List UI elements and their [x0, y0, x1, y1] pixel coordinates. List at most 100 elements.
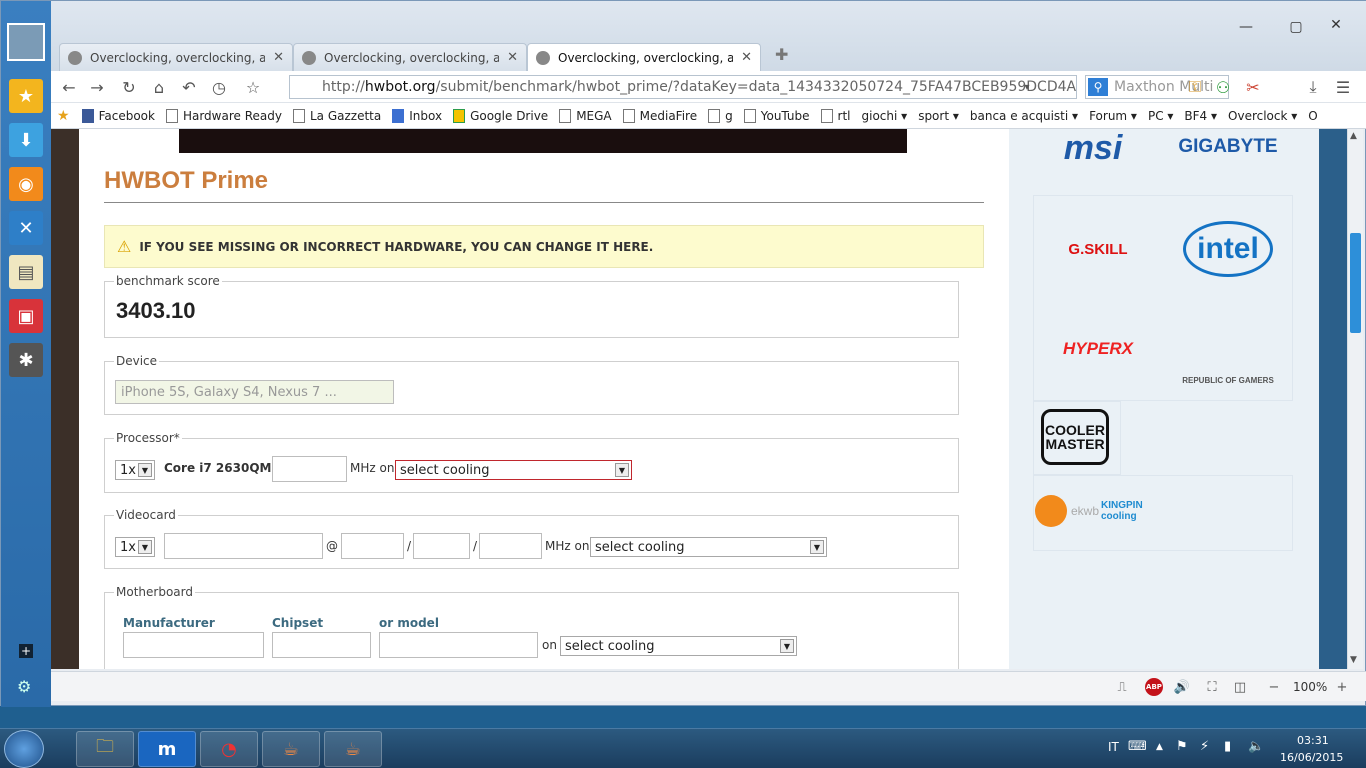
rss-icon[interactable]: ◉ — [9, 167, 43, 201]
scroll-down-icon[interactable]: ▼ — [1350, 655, 1357, 665]
msi-logo[interactable]: msi — [1043, 129, 1143, 167]
bookmark-folder[interactable]: PC ▾ — [1148, 109, 1173, 123]
favorites-star-icon[interactable]: ★ — [57, 108, 70, 124]
processor-count-select[interactable]: 1x ▼ — [115, 460, 155, 480]
gpu-core-mhz-input[interactable] — [341, 533, 404, 559]
gpu-memory-mhz-input[interactable] — [479, 533, 542, 559]
bookmark-item[interactable]: Inbox — [392, 108, 442, 123]
notes-icon[interactable]: ▤ — [9, 255, 43, 289]
bookmark-item[interactable]: g — [708, 108, 733, 123]
key-icon[interactable]: ⚿ — [1183, 77, 1207, 97]
user-avatar[interactable] — [7, 23, 45, 61]
manufacturer-input[interactable] — [123, 632, 264, 658]
home-icon[interactable]: ⌂ — [147, 77, 171, 97]
search-engine-icon[interactable]: ⚲ — [1088, 78, 1108, 96]
extensions-icon[interactable]: ✱ — [9, 343, 43, 377]
start-button[interactable] — [4, 730, 44, 768]
history-icon[interactable]: ◷ — [207, 77, 231, 97]
kingpin-cooling-logo[interactable]: KINGPIN cooling — [1101, 499, 1173, 523]
forward-icon[interactable]: → — [85, 77, 109, 97]
gpu-shader-mhz-input[interactable] — [413, 533, 470, 559]
vertical-scrollbar[interactable]: ▲ ▼ — [1347, 129, 1363, 669]
bookmark-item[interactable]: MediaFire — [622, 108, 697, 123]
scroll-up-icon[interactable]: ▲ — [1350, 131, 1357, 141]
flag-icon[interactable]: ⚑ — [1176, 739, 1188, 754]
zoom-in-icon[interactable]: + — [1333, 678, 1351, 696]
volume-icon[interactable]: 🔈 — [1248, 739, 1264, 754]
close-tab-icon[interactable]: ✕ — [273, 50, 284, 65]
game-icon[interactable]: ▣ — [9, 299, 43, 333]
address-bar[interactable]: http://hwbot.org/submit/benchmark/hwbot_… — [289, 75, 1077, 99]
model-input[interactable] — [379, 632, 538, 658]
bookmark-folder[interactable]: banca e acquisti ▾ — [970, 109, 1078, 123]
bookmark-item[interactable]: O — [1308, 109, 1317, 123]
chipset-input[interactable] — [272, 632, 371, 658]
back-icon[interactable]: ← — [57, 77, 81, 97]
settings-gear-icon[interactable]: ⚙ — [17, 677, 31, 696]
fullscreen-icon[interactable]: ⛶ — [1203, 678, 1221, 696]
tray-expand-icon[interactable]: ▲ — [1156, 742, 1163, 752]
app-task-icon[interactable]: ◔ — [200, 731, 258, 767]
videocard-cooling-select[interactable]: select cooling ▼ — [590, 537, 827, 557]
bookmark-item[interactable]: Google Drive — [453, 108, 548, 123]
bookmark-folder[interactable]: Forum ▾ — [1089, 109, 1137, 123]
search-box[interactable]: ⚲ Maxthon Multi — [1085, 75, 1229, 99]
reload-icon[interactable]: ↻ — [117, 77, 141, 97]
motherboard-cooling-select[interactable]: select cooling ▼ — [560, 636, 797, 656]
scroll-thumb[interactable] — [1350, 233, 1361, 333]
bookmark-folder[interactable]: giochi ▾ — [862, 109, 908, 123]
hardware-warning[interactable]: ⚠ IF YOU SEE MISSING OR INCORRECT HARDWA… — [104, 225, 984, 268]
java-task-icon[interactable]: ☕ — [324, 731, 382, 767]
close-window-button[interactable]: ✕ — [1321, 15, 1351, 35]
bookmark-item[interactable]: YouTube — [743, 108, 810, 123]
close-tab-icon[interactable]: ✕ — [741, 50, 752, 65]
keyboard-icon[interactable]: ⌨ — [1128, 739, 1147, 754]
processor-cooling-select[interactable]: select cooling ▼ — [395, 460, 632, 480]
new-tab-button[interactable]: ✚ — [775, 45, 788, 64]
java-task-icon[interactable]: ☕ — [262, 731, 320, 767]
user-search-icon[interactable]: ⚇ — [1211, 77, 1235, 97]
undo-icon[interactable]: ↶ — [177, 77, 201, 97]
bookmark-star-icon[interactable]: ☆ — [241, 77, 265, 97]
cooler-master-logo[interactable]: COOLER MASTER — [1041, 409, 1109, 465]
explorer-task-icon[interactable]: 🗀 — [76, 731, 134, 767]
add-icon[interactable]: + — [19, 644, 33, 658]
hyperx-logo[interactable]: HYPERX — [1043, 329, 1153, 369]
tab-1[interactable]: Overclocking, overclocking, and... ✕ — [59, 43, 293, 71]
tab-2[interactable]: Overclocking, overclocking, and... ✕ — [293, 43, 527, 71]
menu-icon[interactable]: ☰ — [1331, 77, 1355, 97]
language-indicator[interactable]: IT — [1108, 740, 1119, 754]
bookmark-item[interactable]: Facebook — [81, 108, 155, 123]
clock-time[interactable]: 03:31 — [1297, 734, 1329, 747]
device-input[interactable]: iPhone 5S, Galaxy S4, Nexus 7 ... — [115, 380, 394, 404]
activity-monitor-icon[interactable]: ⎍ — [1113, 678, 1131, 696]
signal-icon[interactable]: ▮ — [1224, 739, 1231, 754]
volume-icon[interactable]: 🔊 — [1173, 678, 1191, 696]
rog-logo[interactable]: REPUBLIC OF GAMERS — [1173, 305, 1283, 389]
bookmark-folder[interactable]: Overclock ▾ — [1228, 109, 1297, 123]
zoom-out-icon[interactable]: − — [1265, 678, 1283, 696]
videocard-count-select[interactable]: 1x ▼ — [115, 537, 155, 557]
tab-3-active[interactable]: Overclocking, overclocking, a... ✕ — [527, 43, 761, 71]
adblock-icon[interactable]: ABP — [1145, 678, 1163, 696]
intel-logo[interactable]: intel — [1183, 221, 1273, 277]
split-view-icon[interactable]: ◫ — [1231, 678, 1249, 696]
ekwb-logo[interactable]: ekwb — [1069, 501, 1101, 521]
address-dropdown-icon[interactable]: ▾ — [1015, 77, 1039, 97]
maxthon-task-icon[interactable]: m — [138, 731, 196, 767]
download-icon[interactable]: ⬇ — [9, 123, 43, 157]
bookmark-item[interactable]: La Gazzetta — [292, 108, 381, 123]
bookmark-folder[interactable]: BF4 ▾ — [1184, 109, 1217, 123]
minimize-button[interactable]: — — [1231, 17, 1261, 37]
bookmark-folder[interactable]: sport ▾ — [918, 109, 959, 123]
download-arrow-icon[interactable]: ⤓ — [1301, 77, 1325, 97]
processor-mhz-input[interactable] — [272, 456, 347, 482]
favorites-star-icon[interactable]: ★ — [9, 79, 43, 113]
screenshot-icon[interactable]: ✂ — [1241, 77, 1265, 97]
bookmark-item[interactable]: MEGA — [559, 108, 612, 123]
maximize-button[interactable]: ▢ — [1281, 17, 1311, 37]
gskill-logo[interactable]: G.SKILL — [1043, 224, 1153, 274]
bookmark-item[interactable]: rtl — [820, 108, 851, 123]
bookmark-item[interactable]: Hardware Ready — [165, 108, 282, 123]
videocard-name-input[interactable] — [164, 533, 323, 559]
